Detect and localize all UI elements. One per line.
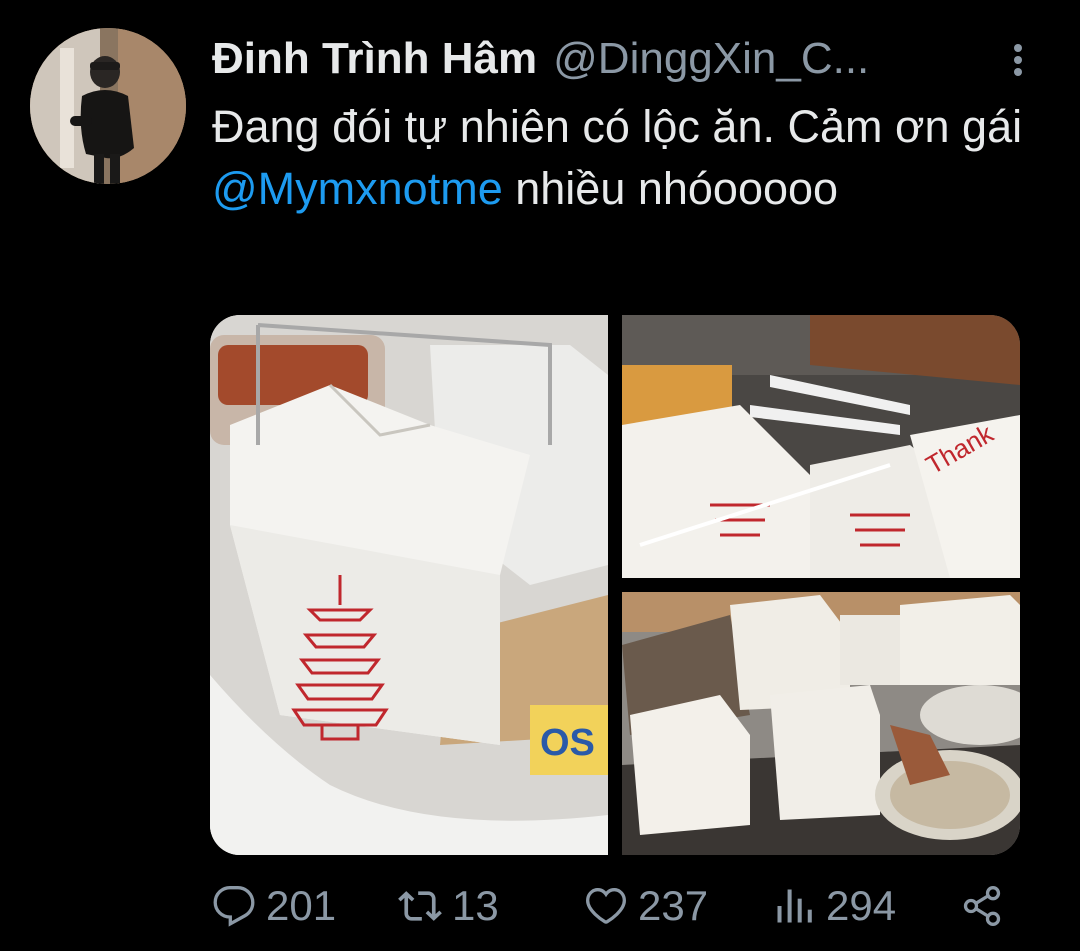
tweet-header: Đinh Trình Hâm @DinggXin_C... [212, 34, 1000, 94]
media-photo-3[interactable] [622, 592, 1020, 855]
reply-button[interactable]: 201 [212, 878, 336, 934]
media-photo-1[interactable]: OS [210, 315, 608, 855]
like-count: 237 [638, 882, 709, 929]
views-button[interactable]: 294 [772, 878, 896, 934]
mention-link[interactable]: @Mymxnotme [212, 163, 503, 214]
reply-icon [213, 886, 255, 927]
more-vertical-icon[interactable] [1000, 40, 1036, 80]
tweet-text-part2: nhiều nhóooooo [502, 163, 839, 214]
user-handle[interactable]: @DinggXin_C... [553, 34, 869, 84]
views-count: 294 [826, 882, 897, 929]
retweet-icon [398, 891, 442, 921]
display-name[interactable]: Đinh Trình Hâm [212, 34, 537, 84]
heart-icon [586, 888, 626, 924]
action-bar: 201 13 237 294 [212, 878, 1032, 934]
tweet-text-part1: Đang đói tự nhiên có lộc ăn. Cảm ơn gái [212, 101, 1023, 152]
svg-text:OS: OS [540, 722, 595, 764]
like-button[interactable]: 237 [584, 878, 708, 934]
avatar[interactable] [30, 28, 186, 184]
tweet-text: Đang đói tự nhiên có lộc ăn. Cảm ơn gái … [212, 96, 1042, 220]
retweet-button[interactable]: 13 [398, 878, 499, 934]
tweet: Đinh Trình Hâm @DinggXin_C... Đang đói t… [0, 0, 1080, 951]
media-grid: OS Thank [210, 315, 1020, 855]
share-icon [963, 886, 1001, 926]
views-chart-icon [777, 889, 812, 923]
retweet-count: 13 [452, 882, 499, 929]
share-button[interactable] [960, 878, 1004, 934]
reply-count: 201 [266, 882, 337, 929]
media-photo-2[interactable]: Thank [622, 315, 1020, 578]
